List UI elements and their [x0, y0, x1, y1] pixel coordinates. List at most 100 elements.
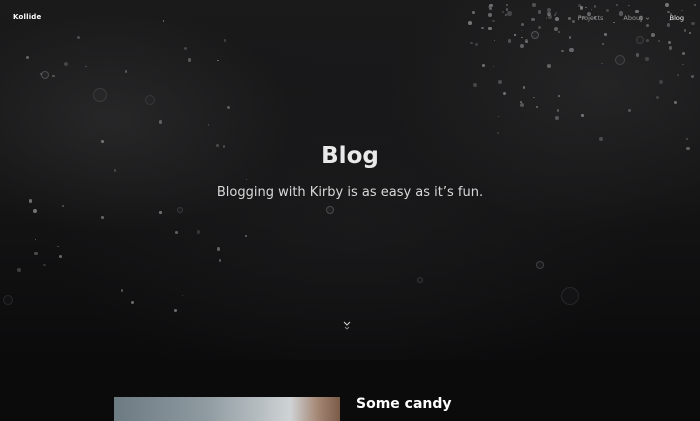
bubble-decoration [601, 62, 603, 65]
top-bar: Kollide Projects About Blog [0, 0, 700, 36]
bubble-decoration [184, 47, 188, 51]
bubble-decoration [3, 295, 13, 305]
hero-background [0, 0, 700, 360]
bubble-decoration [470, 41, 473, 45]
bubble-decoration [326, 206, 334, 214]
bubble-decoration [635, 53, 639, 57]
bubble-decoration [498, 79, 503, 84]
bubble-decoration [145, 95, 155, 105]
bubble-decoration [492, 66, 494, 68]
bubble-decoration [218, 259, 222, 262]
bubble-decoration [691, 75, 695, 79]
bubble-decoration [175, 230, 179, 235]
bubble-decoration [682, 63, 684, 66]
bubble-decoration [177, 207, 183, 213]
bubble-decoration [33, 251, 38, 256]
post-list-section [0, 360, 700, 421]
bubble-decoration [25, 56, 29, 59]
bubble-decoration [524, 39, 529, 43]
bubble-decoration [561, 49, 565, 53]
bubble-decoration [226, 106, 230, 110]
bubble-decoration [536, 105, 539, 108]
bubble-decoration [668, 46, 673, 50]
chevron-down-icon [645, 17, 649, 20]
bubble-decoration [507, 39, 512, 43]
bubble-decoration [493, 40, 496, 42]
bubble-decoration [216, 247, 221, 251]
bubble-decoration [34, 238, 37, 241]
bubble-decoration [417, 277, 423, 283]
bubble-decoration [602, 43, 604, 45]
bubble-decoration [628, 109, 631, 112]
bubble-decoration [580, 114, 584, 117]
bubble-decoration [64, 61, 69, 66]
bubble-decoration [519, 103, 524, 108]
bubble-decoration [674, 100, 678, 104]
bubble-decoration [472, 83, 477, 88]
nav-item-label: About [623, 14, 643, 22]
bubble-decoration [159, 120, 163, 124]
bubble-decoration [656, 95, 660, 99]
nav-item-blog[interactable]: Blog [670, 14, 684, 22]
post-thumbnail[interactable] [114, 397, 340, 421]
bubble-decoration [522, 86, 526, 89]
bubble-decoration [676, 73, 680, 77]
bubble-decoration [62, 205, 64, 207]
site-logo[interactable]: Kollide [13, 13, 41, 21]
bubble-decoration [686, 137, 689, 140]
bubble-decoration [536, 261, 544, 269]
bubble-decoration [77, 35, 81, 39]
bubble-decoration [615, 55, 625, 65]
bubble-decoration [174, 308, 178, 312]
bubble-decoration [52, 74, 55, 78]
bubble-decoration [657, 39, 660, 42]
bubble-decoration [43, 263, 47, 267]
bubble-decoration [533, 96, 535, 99]
bubble-decoration [557, 94, 560, 98]
bubble-decoration [182, 295, 184, 297]
nav-item-about[interactable]: About [623, 14, 649, 22]
post-title[interactable]: Some candy [356, 396, 452, 412]
bubble-decoration [113, 168, 117, 172]
bubble-decoration [556, 109, 560, 113]
bubble-decoration [681, 51, 686, 55]
bubble-decoration [636, 36, 644, 44]
bubble-decoration [646, 38, 650, 42]
bubble-decoration [554, 115, 559, 120]
bubble-decoration [196, 229, 201, 234]
bubble-decoration [503, 92, 507, 96]
bubble-decoration [521, 36, 524, 39]
bubble-decoration [561, 287, 579, 305]
bubble-decoration [244, 235, 247, 238]
bubble-decoration [497, 115, 500, 118]
nav-item-projects[interactable]: Projects [578, 14, 604, 22]
bubble-decoration [120, 289, 124, 292]
chevron-down-icon[interactable] [342, 320, 352, 332]
bubble-decoration [207, 124, 210, 127]
page-subtitle: Blogging with Kirby is as easy as it’s f… [216, 185, 484, 200]
bubble-decoration [667, 40, 672, 44]
bubble-decoration [100, 216, 104, 219]
bubble-decoration [124, 70, 127, 73]
bubble-decoration [568, 36, 572, 39]
bubble-decoration [475, 43, 478, 47]
bubble-decoration [547, 64, 552, 68]
bubble-decoration [130, 301, 134, 305]
nav-item-label: Projects [577, 14, 604, 22]
bubble-decoration [569, 47, 574, 52]
bubble-decoration [482, 64, 486, 68]
page-title: Blog [321, 143, 379, 169]
bubble-decoration [16, 268, 21, 272]
bubble-decoration [159, 211, 162, 214]
bubble-decoration [85, 66, 87, 68]
bubble-decoration [645, 57, 649, 61]
bubble-decoration [41, 71, 49, 79]
nav-item-label: Blog [669, 14, 684, 22]
bubble-decoration [217, 59, 219, 61]
bubble-decoration [93, 88, 107, 102]
bubble-decoration [188, 58, 192, 62]
bubble-decoration [658, 80, 663, 85]
bubble-decoration [33, 209, 37, 213]
bubble-decoration [519, 101, 522, 104]
bubble-decoration [58, 255, 62, 259]
